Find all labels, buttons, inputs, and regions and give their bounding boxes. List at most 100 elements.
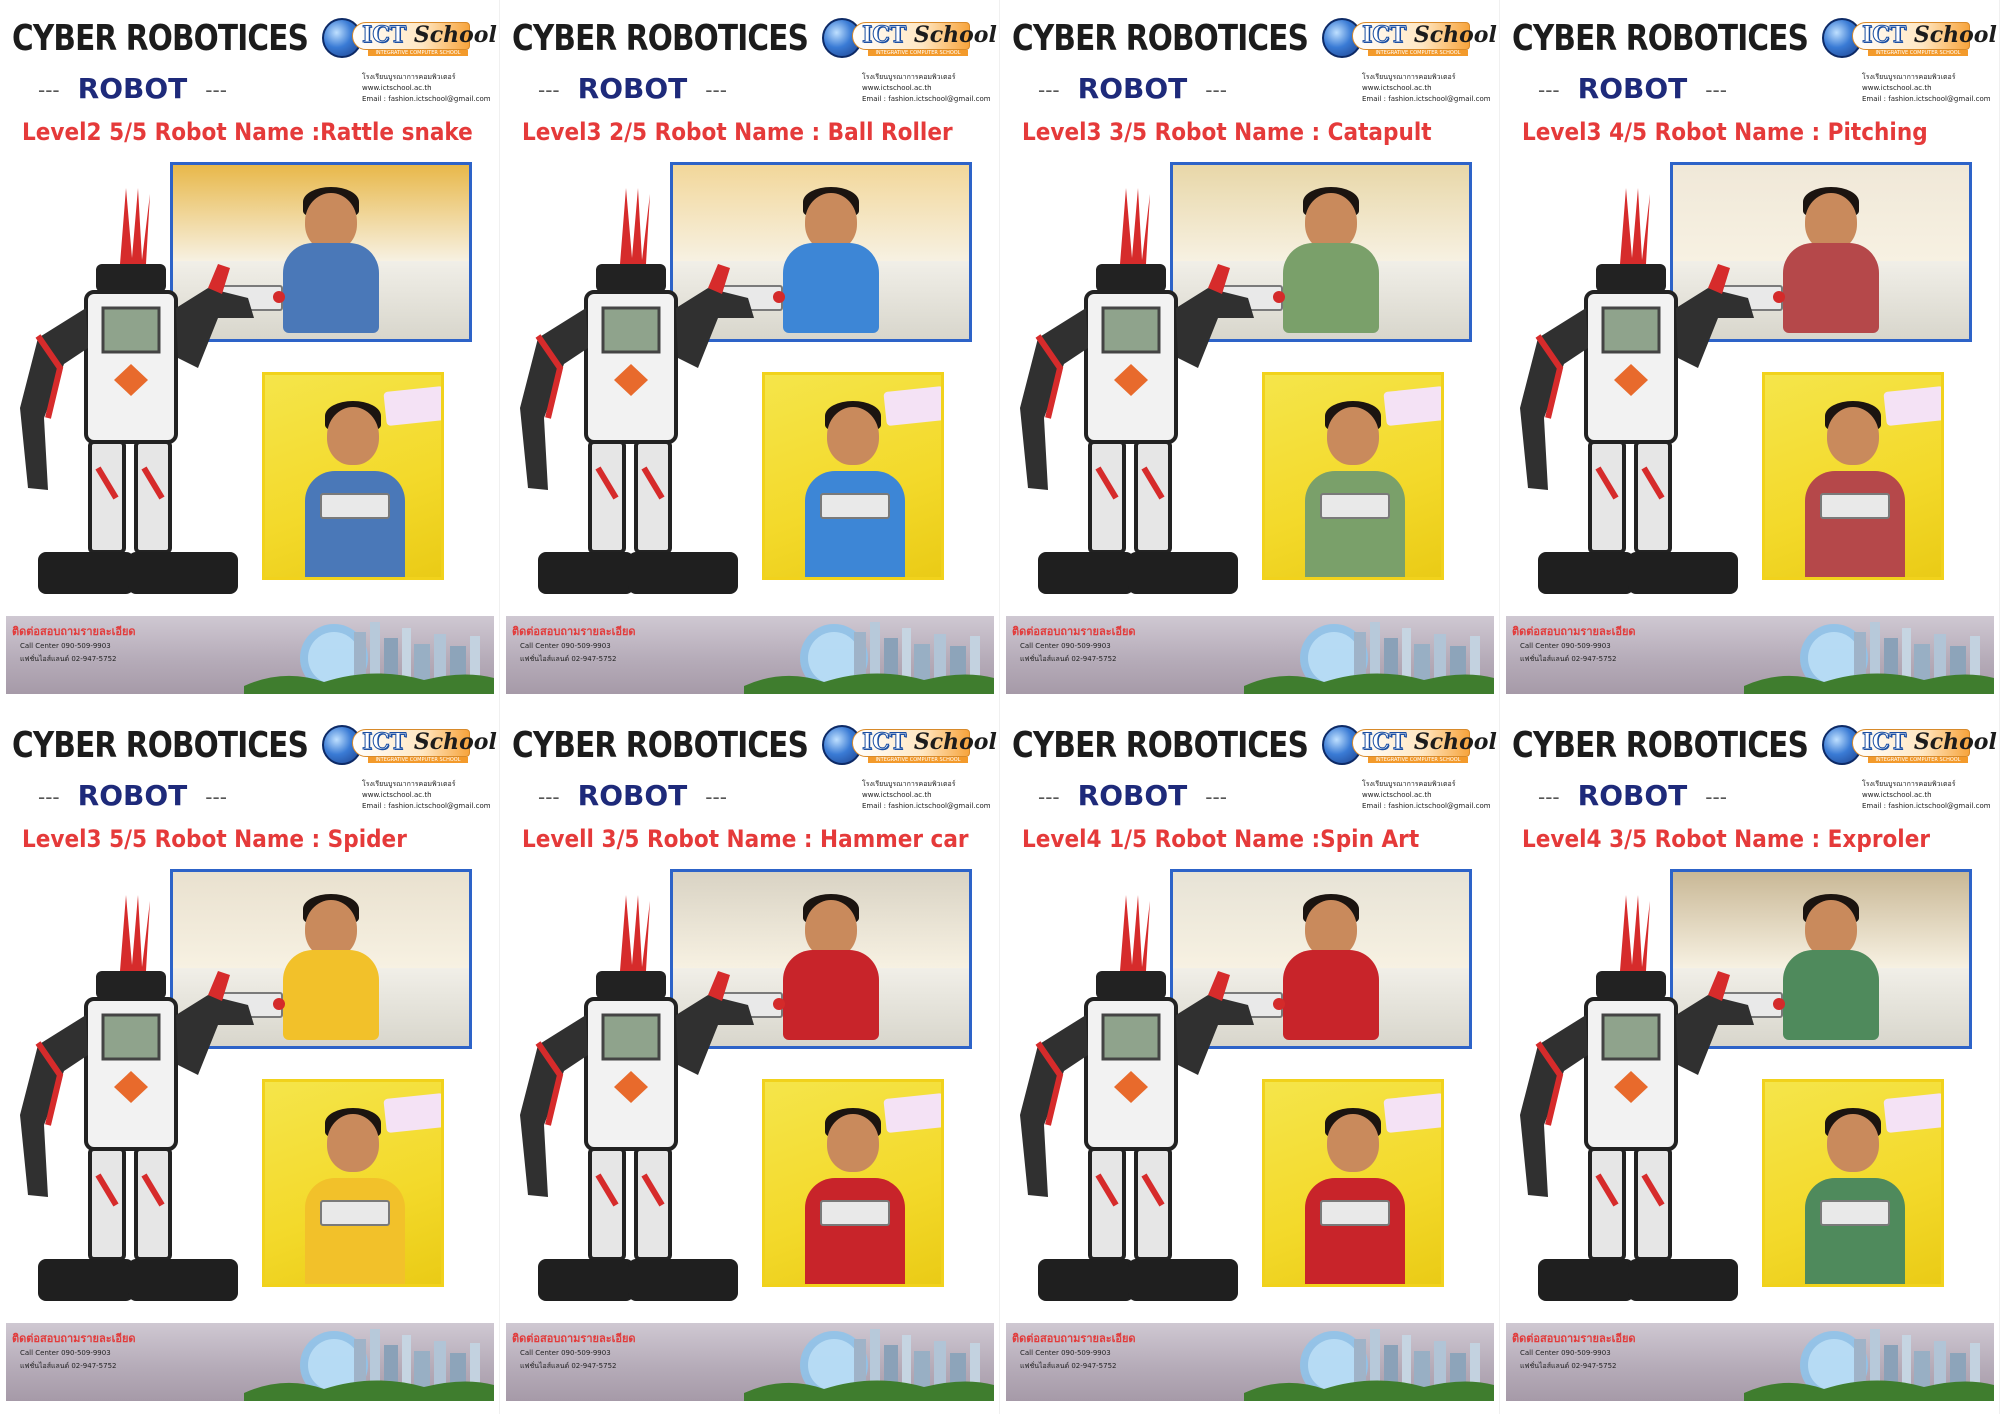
dash-left: --- bbox=[1038, 78, 1060, 102]
robot-right-leg bbox=[134, 440, 172, 554]
contact-block: โรงเรียนบูรณาการคอมพิวเตอร์ www.ictschoo… bbox=[862, 72, 999, 105]
email[interactable]: Email : fashion.ictschool@gmail.com bbox=[1862, 94, 1999, 105]
kid-shirt bbox=[1305, 471, 1405, 577]
robot-right-track bbox=[1128, 1259, 1238, 1301]
robot-label: ROBOT bbox=[577, 779, 688, 812]
website[interactable]: www.ictschool.ac.th bbox=[362, 790, 499, 801]
website[interactable]: www.ictschool.ac.th bbox=[1362, 790, 1499, 801]
robot-screen bbox=[1101, 1013, 1161, 1061]
robot-left-leg bbox=[88, 1147, 126, 1261]
school-name-thai: โรงเรียนบูรณาการคอมพิวเตอร์ bbox=[362, 73, 456, 81]
robot-crest bbox=[120, 895, 150, 971]
email[interactable]: Email : fashion.ictschool@gmail.com bbox=[862, 94, 999, 105]
city-skyline-illustration bbox=[744, 622, 994, 694]
contact-block: โรงเรียนบูรณาการคอมพิวเตอร์ www.ictschoo… bbox=[1862, 72, 1999, 105]
lego-red-part bbox=[1773, 291, 1785, 303]
logo-wordmark: ICT School bbox=[1861, 729, 1997, 756]
robot-right-leg bbox=[1634, 440, 1672, 554]
robot-label: ROBOT bbox=[1077, 779, 1188, 812]
wall-poster bbox=[383, 1092, 441, 1134]
lego-robot-illustration bbox=[520, 895, 754, 1301]
contact-block: โรงเรียนบูรณาการคอมพิวเตอร์ www.ictschoo… bbox=[1362, 779, 1499, 812]
contact-footer: ติดต่อสอบถามรายละเอียด Call Center 090-5… bbox=[1006, 616, 1494, 694]
kid-shirt bbox=[305, 471, 405, 577]
logo-wordmark: ICT School bbox=[861, 22, 996, 49]
level-robot-name: Levell 3/5 Robot Name : Hammer car bbox=[522, 825, 969, 853]
logo-subtitle: INTEGRATIVE COMPUTER SCHOOL bbox=[868, 757, 968, 763]
ict-school-logo: ICT School INTEGRATIVE COMPUTER SCHOOL bbox=[1822, 16, 1997, 60]
email[interactable]: Email : fashion.ictschool@gmail.com bbox=[362, 94, 499, 105]
robot-heading: --- ROBOT --- bbox=[20, 72, 245, 105]
kid-shirt bbox=[1283, 243, 1379, 333]
dash-left: --- bbox=[1038, 785, 1060, 809]
footer-title: ติดต่อสอบถามรายละเอียด bbox=[1512, 1332, 1636, 1345]
logo-school: School bbox=[413, 729, 497, 755]
poster-card-6: CYBER ROBOTICES ICT School INTEGRATIVE C… bbox=[500, 707, 1000, 1414]
lego-robot-illustration bbox=[1520, 188, 1754, 594]
city-skyline-illustration bbox=[1244, 1329, 1494, 1401]
robot-screen bbox=[101, 1013, 161, 1061]
robot-right-arm bbox=[176, 995, 254, 1075]
lego-model bbox=[320, 493, 390, 519]
level-robot-name: Level3 4/5 Robot Name : Pitching bbox=[1522, 118, 1928, 146]
lego-red-part bbox=[273, 998, 285, 1010]
footer-title: ติดต่อสอบถามรายละเอียด bbox=[1512, 625, 1636, 638]
robot-left-leg bbox=[88, 440, 126, 554]
email[interactable]: Email : fashion.ictschool@gmail.com bbox=[1362, 94, 1499, 105]
call-center: Call Center 090-509-9903 bbox=[1020, 1349, 1111, 1357]
school-name-thai: โรงเรียนบูรณาการคอมพิวเตอร์ bbox=[362, 780, 456, 788]
robot-crest bbox=[620, 895, 650, 971]
logo-school: School bbox=[1913, 729, 1997, 755]
website[interactable]: www.ictschool.ac.th bbox=[862, 790, 999, 801]
photo-with-robot bbox=[1262, 1079, 1444, 1287]
robot-right-leg bbox=[634, 1147, 672, 1261]
robot-left-track bbox=[38, 552, 134, 594]
ict-school-logo: ICT School INTEGRATIVE COMPUTER SCHOOL bbox=[322, 16, 497, 60]
robot-screen bbox=[601, 306, 661, 354]
email[interactable]: Email : fashion.ictschool@gmail.com bbox=[1862, 801, 1999, 812]
lego-red-part bbox=[773, 291, 785, 303]
contact-footer: ติดต่อสอบถามรายละเอียด Call Center 090-5… bbox=[506, 616, 994, 694]
website[interactable]: www.ictschool.ac.th bbox=[862, 83, 999, 94]
poster-title: CYBER ROBOTICES bbox=[1012, 725, 1309, 766]
logo-subtitle: INTEGRATIVE COMPUTER SCHOOL bbox=[868, 50, 968, 56]
kid-shirt bbox=[1305, 1178, 1405, 1284]
email[interactable]: Email : fashion.ictschool@gmail.com bbox=[1362, 801, 1499, 812]
robot-heading: --- ROBOT --- bbox=[1520, 72, 1745, 105]
ict-school-logo: ICT School INTEGRATIVE COMPUTER SCHOOL bbox=[822, 16, 997, 60]
kid-shirt bbox=[1805, 1178, 1905, 1284]
email[interactable]: Email : fashion.ictschool@gmail.com bbox=[362, 801, 499, 812]
robot-screen bbox=[1601, 306, 1661, 354]
email[interactable]: Email : fashion.ictschool@gmail.com bbox=[862, 801, 999, 812]
robot-label: ROBOT bbox=[77, 72, 188, 105]
call-center: Call Center 090-509-9903 bbox=[20, 642, 111, 650]
logo-subtitle: INTEGRATIVE COMPUTER SCHOOL bbox=[368, 50, 468, 56]
lego-red-part bbox=[273, 291, 285, 303]
school-name-thai: โรงเรียนบูรณาการคอมพิวเตอร์ bbox=[862, 780, 956, 788]
robot-left-track bbox=[1038, 552, 1134, 594]
contact-footer: ติดต่อสอบถามรายละเอียด Call Center 090-5… bbox=[1506, 1323, 1994, 1401]
level-robot-name: Level3 5/5 Robot Name : Spider bbox=[22, 825, 407, 853]
logo-wordmark: ICT School bbox=[1861, 22, 1996, 49]
dash-left: --- bbox=[1538, 78, 1560, 102]
footer-title: ติดต่อสอบถามรายละเอียด bbox=[512, 1332, 636, 1345]
logo-ict: ICT bbox=[361, 729, 407, 756]
level-robot-name: Level4 1/5 Robot Name :Spin Art bbox=[1022, 825, 1420, 853]
city-skyline-illustration bbox=[1244, 622, 1494, 694]
wall-poster bbox=[883, 1092, 941, 1134]
city-skyline-illustration bbox=[1744, 1329, 1994, 1401]
photo-with-robot bbox=[1762, 372, 1944, 580]
dash-left: --- bbox=[538, 785, 560, 809]
website[interactable]: www.ictschool.ac.th bbox=[362, 83, 499, 94]
website[interactable]: www.ictschool.ac.th bbox=[1862, 83, 1999, 94]
contact-footer: ติดต่อสอบถามรายละเอียด Call Center 090-5… bbox=[1006, 1323, 1494, 1401]
kid-face bbox=[1327, 407, 1379, 465]
logo-ict: ICT bbox=[861, 729, 907, 756]
city-skyline-illustration bbox=[744, 1329, 994, 1401]
website[interactable]: www.ictschool.ac.th bbox=[1362, 83, 1499, 94]
robot-screen bbox=[101, 306, 161, 354]
website[interactable]: www.ictschool.ac.th bbox=[1862, 790, 1999, 801]
robot-crest bbox=[120, 188, 150, 264]
robot-right-arm bbox=[676, 995, 754, 1075]
dash-right: --- bbox=[705, 785, 727, 809]
